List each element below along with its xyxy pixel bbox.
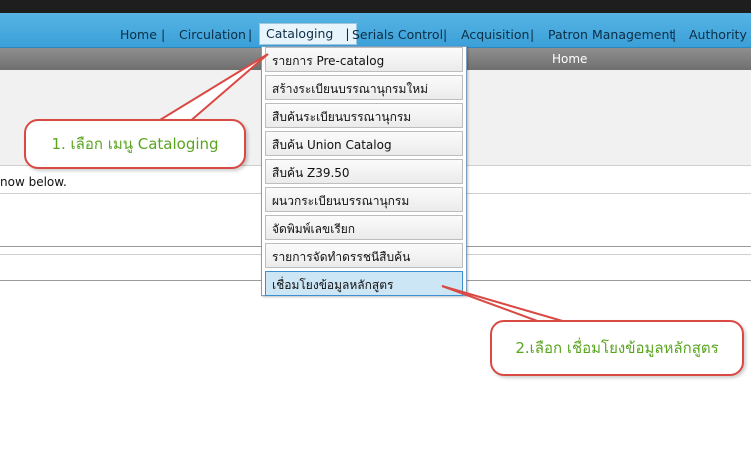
main-navigation-bar: Home | Circulation | Cataloging | Serial… (0, 13, 751, 48)
menu-item-search-z3950[interactable]: สืบค้น Z39.50 (265, 159, 463, 184)
callout-step1: 1. เลือก เมนู Cataloging (24, 119, 246, 169)
nav-separator: | (161, 27, 166, 42)
nav-item-authority-control[interactable]: Authority C (689, 27, 751, 42)
nav-item-cataloging[interactable]: Cataloging | (259, 23, 357, 45)
nav-item-circulation[interactable]: Circulation (179, 27, 246, 42)
nav-separator: | (443, 27, 448, 42)
nav-separator: | (248, 27, 253, 42)
breadcrumb[interactable]: Home (552, 52, 587, 66)
info-text: now below. (0, 175, 67, 189)
menu-item-create-bib-record[interactable]: สร้างระเบียนบรรณานุกรมใหม่ (265, 75, 463, 100)
menu-item-search-union-catalog[interactable]: สืบค้น Union Catalog (265, 131, 463, 156)
nav-separator: | (345, 26, 350, 41)
nav-item-acquisition[interactable]: Acquisition (461, 27, 529, 42)
cataloging-dropdown-menu: รายการ Pre-catalog สร้างระเบียนบรรณานุกร… (261, 46, 467, 296)
menu-item-print-call-number[interactable]: จัดพิมพ์เลขเรียก (265, 215, 463, 240)
menu-item-search-bib-record[interactable]: สืบค้นระเบียนบรรณานุกรม (265, 103, 463, 128)
menu-item-pre-catalog[interactable]: รายการ Pre-catalog (265, 47, 463, 72)
top-dark-bar (0, 0, 751, 13)
menu-item-merge-bib-record[interactable]: ผนวกระเบียนบรรณานุกรม (265, 187, 463, 212)
nav-separator: | (672, 27, 677, 42)
nav-item-serials-control[interactable]: Serials Control (352, 27, 443, 42)
nav-item-patron-management[interactable]: Patron Management (548, 27, 674, 42)
menu-item-link-curriculum-data[interactable]: เชื่อมโยงข้อมูลหลักสูตร (265, 271, 463, 296)
callout-step2: 2.เลือก เชื่อมโยงข้อมูลหลักสูตร (490, 320, 744, 376)
nav-item-home[interactable]: Home (120, 27, 157, 42)
nav-item-cataloging-label: Cataloging (266, 26, 334, 41)
menu-item-index-list[interactable]: รายการจัดทำดรรชนีสืบค้น (265, 243, 463, 268)
nav-separator: | (530, 27, 535, 42)
